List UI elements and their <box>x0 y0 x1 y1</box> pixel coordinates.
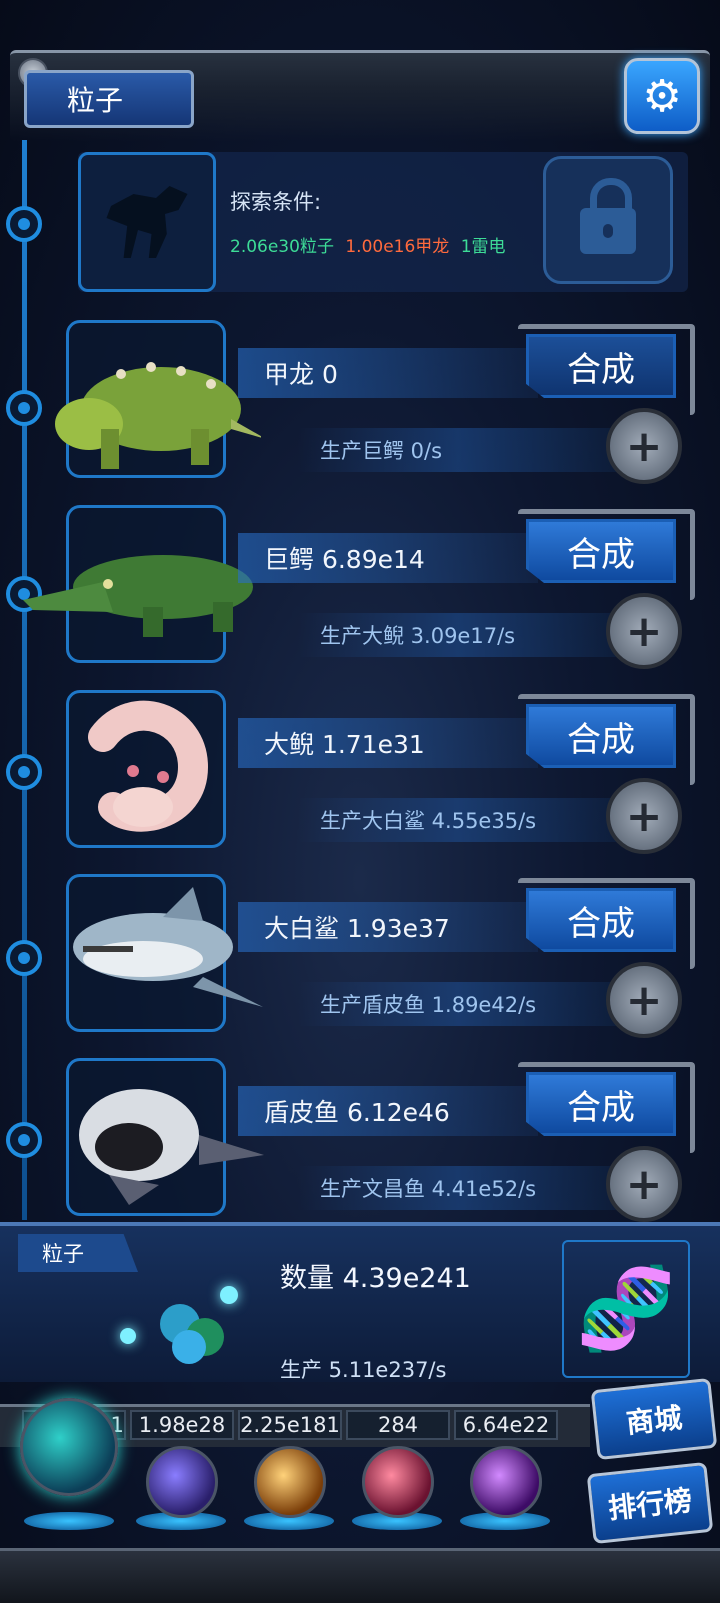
creature-thumbnail[interactable] <box>66 874 263 1032</box>
particle-tag: 粒子 <box>18 1234 138 1272</box>
page-title: 粒子 <box>24 70 194 128</box>
leaderboard-button[interactable]: 排行榜 <box>586 1461 714 1545</box>
fire-orb-icon[interactable] <box>254 1446 326 1518</box>
dna-icon[interactable]: 🧬 <box>562 1240 690 1378</box>
locked-creature-card: 探索条件: 2.06e30粒子 1.00e16甲龙 1雷电 <box>78 152 688 292</box>
creature-name-count: 大白鲨 1.93e37 <box>238 902 538 952</box>
creature-row-crocodile: 巨鳄 6.89e14 生产大鲵 3.09e17/s 合成 + <box>23 505 698 675</box>
settings-gear-icon[interactable]: ⚙ <box>624 58 700 134</box>
placoderm-icon <box>79 1089 264 1205</box>
locked-creature-thumbnail <box>78 152 216 292</box>
particle-production: 生产 5.11e237/s <box>280 1358 447 1382</box>
condition-lightning: 1雷电 <box>460 237 506 257</box>
add-button[interactable]: + <box>606 593 682 669</box>
dinosaur-silhouette-icon <box>106 186 188 258</box>
particle-orb-icon[interactable] <box>20 1398 118 1496</box>
add-button[interactable]: + <box>606 1146 682 1222</box>
creature-production: 生产巨鳄 0/s <box>298 428 618 472</box>
rail-lock-node <box>6 206 42 242</box>
brain-orb-icon[interactable] <box>362 1446 434 1518</box>
plus-icon: + <box>625 605 663 657</box>
resource-value-fire: 2.25e181 <box>238 1410 342 1440</box>
top-bar: 粒子 ⚙ <box>10 50 710 141</box>
creature-row-ankylosaur: 甲龙 0 生产巨鳄 0/s 合成 + <box>55 320 698 490</box>
vortex-orb-icon[interactable] <box>470 1446 542 1518</box>
synthesize-button[interactable]: 合成 <box>526 519 676 583</box>
bottom-strip <box>0 1548 720 1603</box>
creature-name-count: 盾皮鱼 6.12e46 <box>238 1086 538 1136</box>
creature-production: 生产大白鲨 4.55e35/s <box>298 798 618 842</box>
creature-name-count: 巨鳄 6.89e14 <box>238 533 538 583</box>
resource-bar: 4.39e241 1.98e28 2.25e181 284 6.64e22 <box>0 1392 590 1530</box>
explore-conditions: 2.06e30粒子 1.00e16甲龙 1雷电 <box>230 232 506 257</box>
plus-icon: + <box>625 420 663 472</box>
creature-production: 生产盾皮鱼 1.89e42/s <box>298 982 618 1026</box>
synthesize-button[interactable]: 合成 <box>526 888 676 952</box>
creature-thumbnail[interactable] <box>66 690 226 848</box>
creature-name-count: 甲龙 0 <box>238 348 538 398</box>
rail-node <box>6 1122 42 1158</box>
particle-molecule-icon <box>120 1274 250 1374</box>
unlock-button[interactable] <box>543 156 673 284</box>
lock-icon <box>580 178 636 254</box>
crocodile-icon <box>23 555 253 637</box>
creature-row-shark: 大白鲨 1.93e37 生产盾皮鱼 1.89e42/s 合成 + <box>58 874 698 1044</box>
plus-icon: + <box>625 974 663 1026</box>
explore-condition-label: 探索条件: <box>230 190 322 214</box>
plus-icon: + <box>625 1158 663 1210</box>
creature-name-count: 大鲵 1.71e31 <box>238 718 538 768</box>
creature-production: 生产大鲵 3.09e17/s <box>298 613 618 657</box>
rail-node <box>6 754 42 790</box>
condition-ankylosaur: 1.00e16甲龙 <box>345 237 450 257</box>
synthesize-button[interactable]: 合成 <box>526 334 676 398</box>
creature-thumbnail[interactable] <box>23 505 253 663</box>
resource-value-brain: 284 <box>346 1410 450 1440</box>
resource-value-vortex: 6.64e22 <box>454 1410 558 1440</box>
rail-node <box>6 390 42 426</box>
add-button[interactable]: + <box>606 962 682 1038</box>
particle-count: 数量 4.39e241 <box>280 1263 471 1294</box>
left-rail <box>6 140 42 1220</box>
plus-icon: + <box>625 790 663 842</box>
shop-button[interactable]: 商城 <box>590 1377 718 1461</box>
rail-node <box>6 940 42 976</box>
creature-row-placoderm: 盾皮鱼 6.12e46 生产文昌鱼 4.41e52/s 合成 + <box>58 1058 698 1228</box>
creature-thumbnail[interactable] <box>55 320 261 478</box>
lightning-orb-icon[interactable] <box>146 1446 218 1518</box>
salamander-icon <box>88 700 209 832</box>
synthesize-button[interactable]: 合成 <box>526 704 676 768</box>
condition-particle: 2.06e30粒子 <box>230 237 334 257</box>
add-button[interactable]: + <box>606 408 682 484</box>
orb-base <box>24 1512 114 1530</box>
resource-value-lightning: 1.98e28 <box>130 1410 234 1440</box>
creature-production: 生产文昌鱼 4.41e52/s <box>298 1166 618 1210</box>
particle-panel: 粒子 数量 4.39e241 生产 5.11e237/s 🧬 <box>0 1222 720 1382</box>
synthesize-button[interactable]: 合成 <box>526 1072 676 1136</box>
creature-row-salamander: 大鲵 1.71e31 生产大白鲨 4.55e35/s 合成 + <box>58 690 698 860</box>
ankylosaur-icon <box>55 362 261 469</box>
creature-thumbnail[interactable] <box>66 1058 264 1216</box>
add-button[interactable]: + <box>606 778 682 854</box>
